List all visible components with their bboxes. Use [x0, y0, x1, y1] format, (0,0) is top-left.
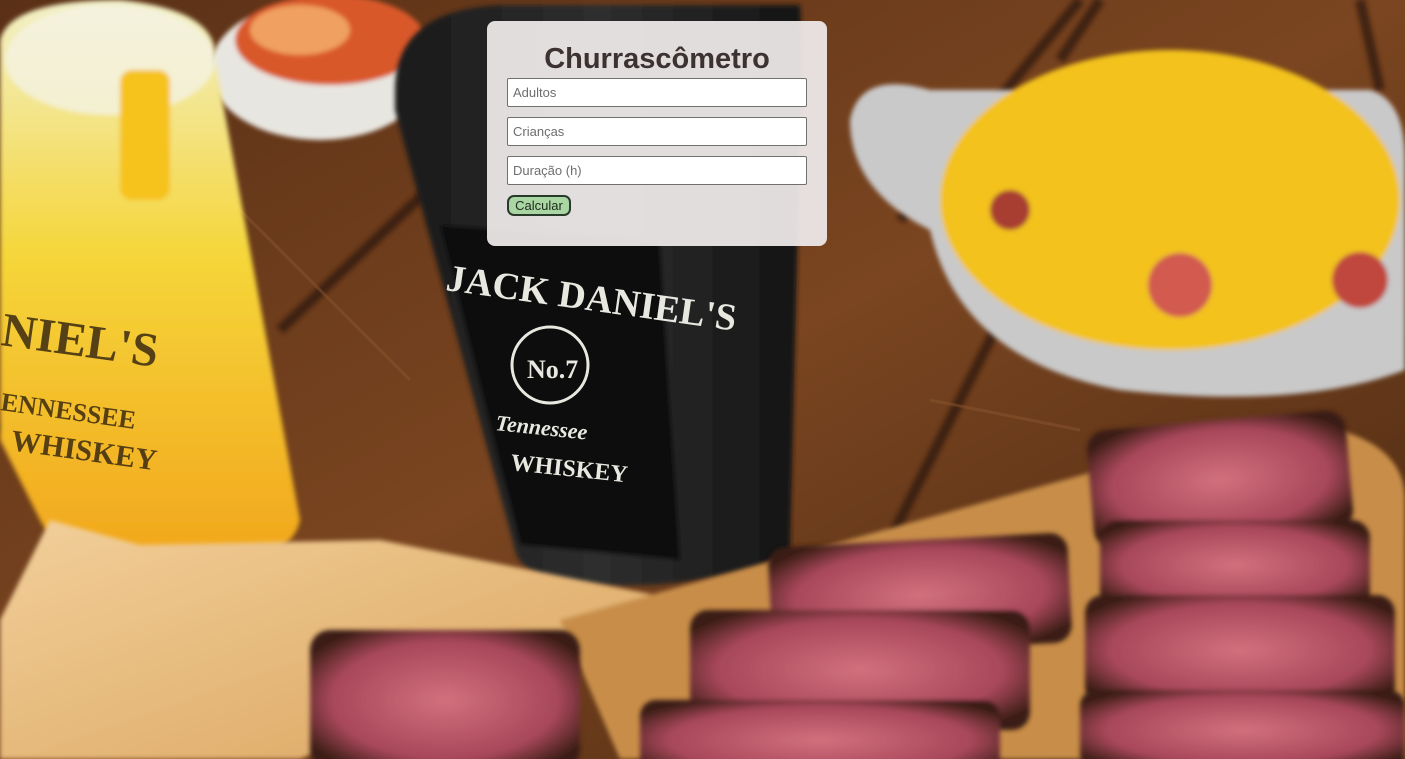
adults-input[interactable] [507, 78, 807, 107]
calculator-panel: Churrascômetro Calcular [487, 21, 827, 246]
svg-text:No.7: No.7 [527, 355, 578, 384]
duration-input[interactable] [507, 156, 807, 185]
children-input[interactable] [507, 117, 807, 146]
page-title: Churrascômetro [544, 43, 770, 75]
calculate-button[interactable]: Calcular [507, 195, 571, 216]
